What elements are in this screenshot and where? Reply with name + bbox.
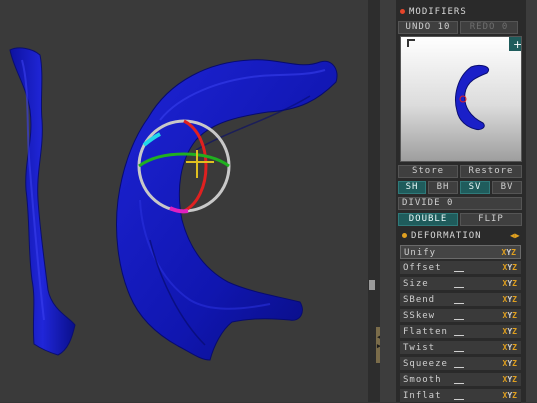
xyz-axis-toggles[interactable]: XYZ <box>503 277 517 291</box>
deformation-row[interactable]: SBend XYZ <box>400 293 521 307</box>
deformation-value-field[interactable] <box>454 271 464 272</box>
deformation-value-field[interactable] <box>454 287 464 288</box>
axis-z-toggle[interactable]: Z <box>512 359 517 368</box>
axis-z-toggle[interactable]: Z <box>511 248 516 257</box>
plus-icon[interactable]: + <box>513 38 522 51</box>
sh-toggle[interactable]: SH <box>398 181 426 194</box>
deformation-row[interactable]: Flatten XYZ <box>400 325 521 339</box>
xyz-axis-toggles[interactable]: XYZ <box>503 261 517 275</box>
axis-z-toggle[interactable]: Z <box>512 375 517 384</box>
restore-button[interactable]: Restore <box>460 165 522 178</box>
record-dot-icon <box>400 9 405 14</box>
deformation-row[interactable]: Unify XYZ <box>400 245 521 259</box>
axis-z-toggle[interactable]: Z <box>512 391 517 400</box>
xyz-axis-toggles[interactable]: XYZ <box>502 246 516 260</box>
panel-gutter <box>380 0 396 402</box>
divide-slider[interactable]: DIVIDE 0 <box>398 197 522 210</box>
panel-right-edge <box>526 0 537 402</box>
deformation-row[interactable]: SSkew XYZ <box>400 309 521 323</box>
preview-canvas: + <box>407 37 522 130</box>
deformation-row[interactable]: Offset XYZ <box>400 261 521 275</box>
double-toggle[interactable]: DOUBLE <box>398 213 458 226</box>
axis-z-toggle[interactable]: Z <box>512 327 517 336</box>
deformation-value-field[interactable] <box>454 383 464 384</box>
deformation-row[interactable]: Twist XYZ <box>400 341 521 355</box>
deformation-row[interactable]: Smooth XYZ <box>400 373 521 387</box>
deformation-value-field[interactable] <box>454 335 464 336</box>
modifiers-header[interactable]: MODIFIERS <box>396 5 522 19</box>
xyz-axis-toggles[interactable]: XYZ <box>503 325 517 339</box>
redo-button[interactable]: REDO 0 <box>460 21 518 34</box>
deformation-label: Offset <box>403 263 442 273</box>
deformation-label: SBend <box>403 295 436 305</box>
xyz-axis-toggles[interactable]: XYZ <box>503 341 517 355</box>
deformation-value-field[interactable] <box>454 351 464 352</box>
modifiers-title: MODIFIERS <box>409 7 467 17</box>
axis-z-toggle[interactable]: Z <box>512 263 517 272</box>
deformation-value-field[interactable] <box>454 303 464 304</box>
axis-z-toggle[interactable]: Z <box>512 343 517 352</box>
xyz-axis-toggles[interactable]: XYZ <box>503 357 517 371</box>
expand-arrows-icon[interactable]: ◀▶ <box>510 231 520 241</box>
viewport-canvas[interactable] <box>0 0 368 402</box>
undo-button[interactable]: UNDO 10 <box>398 21 458 34</box>
deformation-row[interactable]: Size XYZ <box>400 277 521 291</box>
deformation-value-field[interactable] <box>454 399 464 400</box>
deformation-label: Size <box>403 279 429 289</box>
axis-z-toggle[interactable]: Z <box>512 311 517 320</box>
deformation-row[interactable]: Squeeze XYZ <box>400 357 521 371</box>
deformation-label: Twist <box>403 343 436 353</box>
deformation-row[interactable]: Inflat XYZ <box>400 389 521 403</box>
sv-toggle[interactable]: SV <box>460 181 490 194</box>
deformation-label: Unify <box>404 248 437 258</box>
deformation-title: DEFORMATION <box>411 231 482 241</box>
axis-z-toggle[interactable]: Z <box>512 295 517 304</box>
3d-viewport[interactable] <box>0 0 368 402</box>
rotate-arrow-icon[interactable] <box>407 39 415 47</box>
bh-toggle[interactable]: BH <box>428 181 458 194</box>
deformation-header[interactable]: DEFORMATION <box>398 229 524 243</box>
deformation-value-field[interactable] <box>454 367 464 368</box>
right-cloth-mesh <box>116 59 338 361</box>
divide-label: DIVIDE <box>402 198 441 208</box>
viewport-scrollbar-thumb[interactable] <box>369 280 375 290</box>
preview-thumbnail[interactable]: + <box>400 36 522 162</box>
bv-toggle[interactable]: BV <box>492 181 522 194</box>
axis-z-toggle[interactable]: Z <box>512 279 517 288</box>
deformation-dot-icon <box>402 233 407 238</box>
deformation-label: Smooth <box>403 375 442 385</box>
deformation-label: Squeeze <box>403 359 448 369</box>
store-button[interactable]: Store <box>398 165 458 178</box>
deformation-label: Flatten <box>403 327 448 337</box>
flip-button[interactable]: FLIP <box>460 213 522 226</box>
deformation-value-field[interactable] <box>454 319 464 320</box>
deformation-label: SSkew <box>403 311 436 321</box>
xyz-axis-toggles[interactable]: XYZ <box>503 389 517 403</box>
divide-value: 0 <box>446 198 454 208</box>
deformation-label: Inflat <box>403 391 442 401</box>
xyz-axis-toggles[interactable]: XYZ <box>503 309 517 323</box>
xyz-axis-toggles[interactable]: XYZ <box>503 373 517 387</box>
xyz-axis-toggles[interactable]: XYZ <box>503 293 517 307</box>
